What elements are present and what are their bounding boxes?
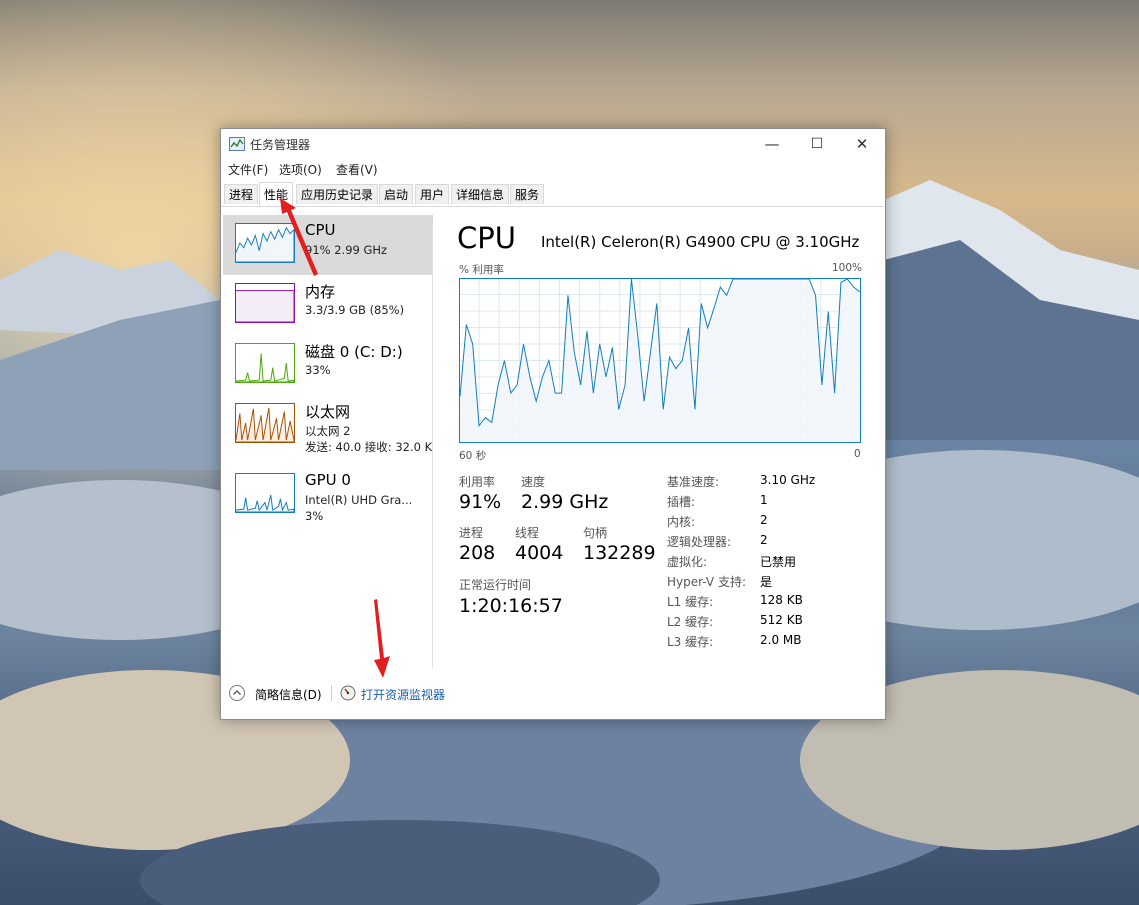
speed-value: 2.99 GHz	[521, 491, 609, 513]
disk-thumbnail-graph	[235, 343, 295, 383]
footer-separator	[331, 685, 332, 701]
spec-l1-label: L1 缓存:	[667, 595, 714, 609]
spec-base-speed-label: 基准速度:	[667, 475, 720, 489]
minimize-button[interactable]: —	[749, 131, 795, 157]
spec-cores-label: 内核:	[667, 515, 696, 529]
open-resource-monitor-link[interactable]: 打开资源监视器	[361, 686, 445, 703]
spec-virtualization-label: 虚拟化:	[667, 555, 708, 569]
footer-bar: 简略信息(D) 打开资源监视器	[221, 679, 885, 709]
main-title: CPU	[457, 221, 516, 255]
annotation-arrow-performance	[280, 198, 318, 276]
tab-users[interactable]: 用户	[415, 184, 450, 204]
memory-thumbnail-graph	[235, 283, 295, 323]
graph-axis-left: 60 秒	[459, 450, 487, 462]
gpu-thumbnail-graph	[235, 473, 295, 513]
fewer-details-button[interactable]: 简略信息(D)	[255, 686, 322, 703]
uptime-value: 1:20:16:57	[459, 595, 563, 617]
panel-divider	[432, 225, 433, 669]
graph-label: % 利用率	[459, 264, 504, 276]
processes-label: 进程	[459, 526, 484, 540]
sidebar-item-memory[interactable]: 内存 3.3/3.9 GB (85%)	[223, 275, 433, 335]
spec-l1-value: 128 KB	[760, 593, 803, 607]
spec-l2-label: L2 缓存:	[667, 615, 714, 629]
threads-label: 线程	[515, 526, 540, 540]
spec-l3-value: 2.0 MB	[760, 633, 802, 647]
sidebar-item-disk[interactable]: 磁盘 0 (C: D:) 33%	[223, 335, 433, 395]
handles-label: 句柄	[583, 526, 608, 540]
spec-l2-value: 512 KB	[760, 613, 803, 627]
spec-sockets-label: 插槽:	[667, 495, 696, 509]
tab-processes[interactable]: 进程	[224, 184, 259, 204]
spec-hyperv-value: 是	[760, 575, 773, 589]
sidebar-item-gpu[interactable]: GPU 0 Intel(R) UHD Gra... 3%	[223, 465, 433, 525]
graph-max-label: 100%	[832, 262, 863, 274]
spec-logical-label: 逻辑处理器:	[667, 535, 732, 549]
sidebar-item-ethernet[interactable]: 以太网 以太网 2 发送: 40.0 接收: 32.0 K	[223, 395, 433, 455]
processes-value: 208	[459, 542, 496, 564]
tab-startup[interactable]: 启动	[379, 184, 414, 204]
gpu-model: Intel(R) UHD Gra...	[305, 493, 413, 507]
cpu-model: Intel(R) Celeron(R) G4900 CPU @ 3.10GHz	[541, 233, 860, 251]
cpu-utilization-graph	[459, 278, 861, 443]
memory-summary: 3.3/3.9 GB (85%)	[305, 303, 405, 317]
spec-hyperv-label: Hyper-V 支持:	[667, 575, 746, 589]
memory-label: 内存	[305, 283, 336, 301]
spec-l3-label: L3 缓存:	[667, 635, 714, 649]
utilization-value: 91%	[459, 491, 502, 513]
chevron-up-icon[interactable]	[229, 685, 245, 701]
window-title: 任务管理器	[250, 138, 311, 152]
speed-label: 速度	[521, 475, 546, 489]
spec-cores-value: 2	[760, 513, 768, 527]
spec-base-speed-value: 3.10 GHz	[760, 473, 816, 487]
annotation-arrow-resource-monitor	[374, 599, 390, 678]
close-button[interactable]: ✕	[839, 131, 885, 157]
task-manager-icon	[229, 137, 245, 151]
graph-axis-right: 0	[854, 448, 861, 460]
utilization-label: 利用率	[459, 475, 496, 489]
tab-details[interactable]: 详细信息	[451, 184, 510, 204]
handles-value: 132289	[583, 542, 656, 564]
ethernet-adapter: 以太网 2	[305, 424, 351, 438]
menu-bar: 文件(F) 选项(O) 查看(V)	[221, 159, 885, 179]
gpu-label: GPU 0	[305, 471, 351, 489]
menu-view[interactable]: 查看(V)	[336, 161, 378, 178]
ethernet-thumbnail-graph	[235, 403, 295, 443]
menu-file[interactable]: 文件(F)	[228, 161, 268, 178]
tab-services[interactable]: 服务	[510, 184, 545, 204]
maximize-button[interactable]: ☐	[794, 131, 840, 157]
gpu-usage: 3%	[305, 509, 324, 523]
ethernet-throughput: 发送: 40.0 接收: 32.0 K	[305, 440, 433, 454]
spec-sockets-value: 1	[760, 493, 768, 507]
title-bar[interactable]: 任务管理器 — ☐ ✕	[221, 129, 885, 159]
disk-summary: 33%	[305, 363, 331, 377]
resource-monitor-icon	[340, 685, 356, 701]
menu-options[interactable]: 选项(O)	[279, 161, 322, 178]
ethernet-label: 以太网	[305, 403, 351, 421]
disk-label: 磁盘 0 (C: D:)	[305, 343, 403, 361]
spec-logical-value: 2	[760, 533, 768, 547]
uptime-label: 正常运行时间	[459, 578, 532, 592]
spec-virtualization-value: 已禁用	[760, 555, 797, 569]
threads-value: 4004	[515, 542, 564, 564]
